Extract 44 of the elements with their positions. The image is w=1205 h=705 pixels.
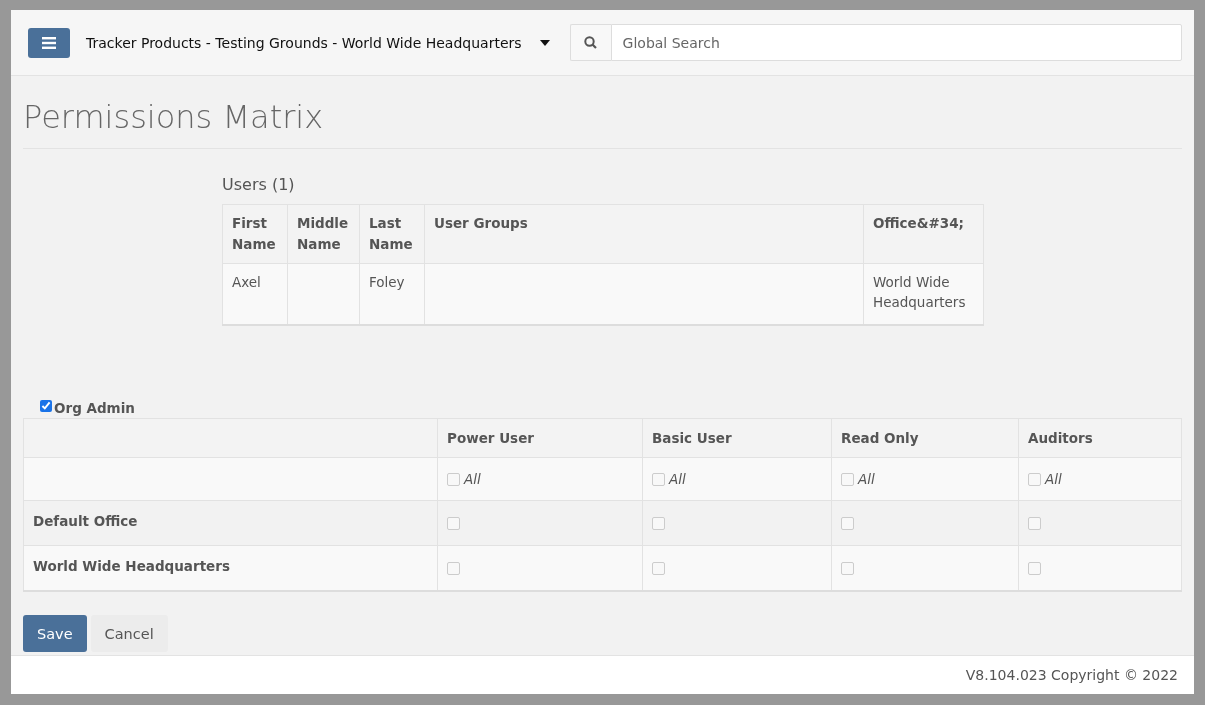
checkbox[interactable]	[652, 561, 665, 575]
section-heading: Users (1)	[222, 175, 296, 194]
cancel-button[interactable]: Cancel	[90, 615, 168, 652]
checkbox[interactable]	[652, 472, 665, 486]
checkbox-label: All	[669, 470, 686, 489]
search-field[interactable]: Global Search	[610, 24, 1182, 61]
save-button[interactable]: Save	[23, 615, 87, 652]
checkbox-label: Org Admin	[54, 400, 135, 416]
search-icon	[584, 36, 598, 49]
column-header: Power User	[437, 418, 643, 458]
checkbox[interactable]	[447, 516, 460, 530]
organization-selector[interactable]: Tracker Products - Testing Grounds - World Wide Headquarters	[86, 34, 522, 51]
table-cell: World Wide Headquarters	[863, 263, 984, 325]
org-admin-checkbox[interactable]	[40, 400, 52, 412]
column-header: Read Only	[831, 418, 1019, 458]
checkbox-label: All	[858, 470, 875, 489]
checkbox-label: All	[1045, 470, 1062, 489]
table-cell: Foley	[359, 263, 425, 325]
column-header: Last Name	[359, 204, 425, 264]
table-cell: Axel	[222, 263, 288, 325]
checkbox[interactable]	[1028, 561, 1041, 575]
search-button[interactable]	[569, 24, 611, 61]
column-header: Middle Name	[287, 204, 360, 264]
column-header: Basic User	[642, 418, 832, 458]
copyright-text: V8.104.023 Copyright © 2022	[965, 667, 1178, 683]
menu-icon	[42, 36, 56, 49]
checkbox[interactable]	[1028, 472, 1041, 486]
checkbox[interactable]	[841, 561, 854, 575]
row-header: World Wide Headquarters	[23, 545, 438, 591]
checkbox[interactable]	[841, 516, 854, 530]
column-header: First Name	[222, 204, 288, 264]
checkbox-label: All	[464, 470, 481, 489]
checkbox[interactable]	[447, 472, 460, 486]
checkbox[interactable]	[652, 516, 665, 530]
column-header: Auditors	[1018, 418, 1182, 458]
column-header: Office&#34;	[863, 204, 984, 264]
column-header: User Groups	[424, 204, 864, 264]
page-title: Permissions Matrix	[23, 98, 1182, 149]
caret-icon[interactable]	[539, 39, 550, 46]
checkbox[interactable]	[1028, 516, 1041, 530]
row-header: Default Office	[23, 500, 438, 546]
menu-button[interactable]	[28, 27, 70, 58]
checkbox[interactable]	[447, 561, 460, 575]
checkbox[interactable]	[841, 472, 854, 486]
